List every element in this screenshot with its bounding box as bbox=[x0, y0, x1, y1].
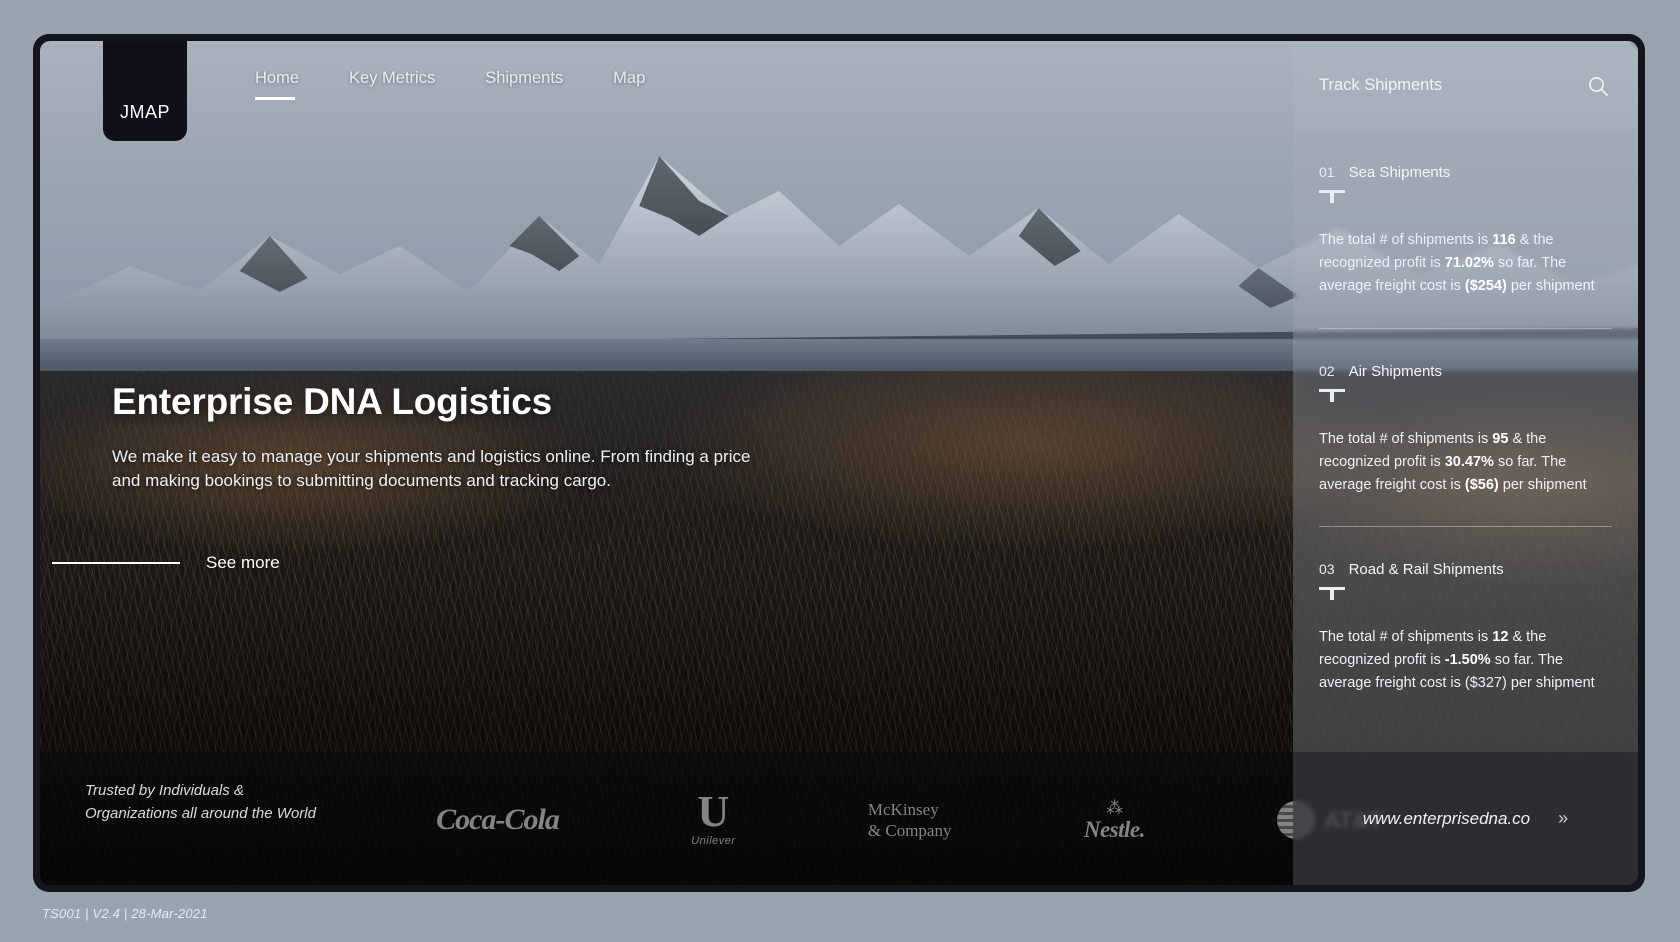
desc-pre: The total # of shipments is bbox=[1319, 430, 1493, 447]
mckinsey-line2: & Company bbox=[867, 821, 952, 840]
shipment-list: 01 Sea Shipments The total # of shipment… bbox=[1293, 130, 1638, 725]
panel-header: Track Shipments bbox=[1293, 41, 1638, 130]
nestle-bird-nest-icon: ⁂ bbox=[1106, 798, 1123, 817]
mckinsey-logo: McKinsey & Company bbox=[868, 799, 952, 842]
device-frame: JMAP Home Key Metrics Shipments Map Ente… bbox=[33, 34, 1645, 892]
website-link[interactable]: www.enterprisedna.co » bbox=[1293, 752, 1638, 885]
nestle-logo: ⁂ Nestle. bbox=[1083, 798, 1146, 842]
shipment-count: 12 bbox=[1492, 629, 1509, 646]
shipment-profit: 30.47% bbox=[1444, 453, 1494, 470]
nav-item-map[interactable]: Map bbox=[613, 69, 645, 100]
shipment-profit: -1.50% bbox=[1444, 652, 1491, 669]
brand-logo-tab[interactable]: JMAP bbox=[103, 41, 187, 141]
shipment-description: The total # of shipments is 116 & the re… bbox=[1319, 229, 1612, 298]
desc-post: per shipment bbox=[1498, 476, 1587, 493]
anchor-icon bbox=[1319, 388, 1345, 402]
list-item[interactable]: 02 Air Shipments The total # of shipment… bbox=[1319, 329, 1612, 528]
shipment-name: Road & Rail Shipments bbox=[1348, 561, 1504, 579]
mckinsey-line1: McKinsey bbox=[867, 799, 939, 819]
shipment-count: 116 bbox=[1492, 232, 1516, 248]
shipment-header: 01 Sea Shipments bbox=[1319, 164, 1612, 181]
client-logos: Coca-Cola U Unilever McKinsey & Company … bbox=[370, 770, 1448, 870]
shipment-profit: 71.02% bbox=[1444, 254, 1494, 271]
nav-item-shipments[interactable]: Shipments bbox=[485, 69, 563, 100]
cta-rule bbox=[52, 562, 180, 564]
page-title: Enterprise DNA Logistics bbox=[112, 381, 552, 422]
list-item[interactable]: 03 Road & Rail Shipments The total # of … bbox=[1319, 527, 1612, 725]
nav-item-home[interactable]: Home bbox=[255, 69, 299, 100]
chevron-right-icon: » bbox=[1558, 808, 1569, 828]
hero-copy: Enterprise DNA Logistics We make it easy… bbox=[112, 381, 812, 493]
anchor-icon bbox=[1319, 190, 1345, 203]
anchor-icon bbox=[1319, 587, 1345, 601]
shipment-number: 01 bbox=[1319, 164, 1335, 180]
trusted-by-caption-line1: Trusted by Individuals & bbox=[85, 782, 244, 799]
see-more-label: See more bbox=[206, 553, 280, 572]
unilever-mark: U bbox=[697, 787, 730, 837]
shipment-description: The total # of shipments is 12 & the rec… bbox=[1319, 626, 1612, 695]
nestle-label: Nestle. bbox=[1083, 817, 1146, 842]
shipment-cost: ($56) bbox=[1464, 476, 1499, 493]
unilever-logo: U Unilever bbox=[691, 787, 736, 847]
shipment-name: Air Shipments bbox=[1348, 362, 1442, 380]
shipment-header: 03 Road & Rail Shipments bbox=[1319, 561, 1612, 578]
shipment-count: 95 bbox=[1492, 430, 1509, 447]
nav-item-key-metrics[interactable]: Key Metrics bbox=[349, 69, 435, 100]
shipment-number: 03 bbox=[1319, 561, 1335, 578]
unilever-label: Unilever bbox=[691, 834, 736, 847]
main-navigation: Home Key Metrics Shipments Map bbox=[255, 69, 645, 100]
shipment-number: 02 bbox=[1319, 362, 1335, 379]
brand-logo-text: JMAP bbox=[119, 102, 170, 122]
website-url: www.enterprisedna.co bbox=[1362, 808, 1531, 828]
see-more-button[interactable]: See more bbox=[52, 553, 280, 573]
coca-cola-logo: Coca-Cola bbox=[436, 803, 560, 836]
version-stamp: TS001 | V2.4 | 28-Mar-2021 bbox=[42, 906, 208, 921]
shipment-description: The total # of shipments is 95 & the rec… bbox=[1319, 428, 1612, 497]
desc-pre: The total # of shipments is bbox=[1319, 629, 1493, 646]
trusted-by-caption: Trusted by Individuals & Organizations a… bbox=[85, 780, 385, 825]
hero-subtitle: We make it easy to manage your shipments… bbox=[112, 447, 751, 491]
shipment-header: 02 Air Shipments bbox=[1319, 363, 1612, 380]
desc-post: per shipment bbox=[1506, 675, 1595, 692]
shipment-cost: ($327) bbox=[1464, 675, 1507, 692]
track-shipments-panel: Track Shipments 01 Sea Shipments The tot… bbox=[1293, 41, 1638, 885]
search-icon[interactable] bbox=[1584, 72, 1612, 100]
desc-post: per shipment bbox=[1506, 277, 1595, 294]
shipment-name: Sea Shipments bbox=[1348, 164, 1451, 181]
list-item[interactable]: 01 Sea Shipments The total # of shipment… bbox=[1319, 130, 1612, 329]
panel-title: Track Shipments bbox=[1319, 76, 1443, 94]
desc-pre: The total # of shipments is bbox=[1319, 232, 1493, 248]
trusted-by-caption-line2: Organizations all around the World bbox=[85, 804, 316, 822]
app-screen: JMAP Home Key Metrics Shipments Map Ente… bbox=[40, 41, 1638, 885]
shipment-cost: ($254) bbox=[1464, 277, 1507, 294]
